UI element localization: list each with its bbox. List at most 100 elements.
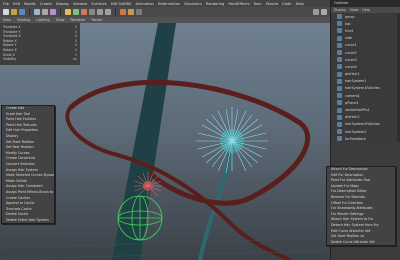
red-ring-tail	[65, 106, 291, 260]
channel-box: Translate X 0 Translate Y 0 Translate Z 0 Rota…	[0, 23, 80, 65]
outliner-item[interactable]: strokeHairPfx1	[331, 106, 400, 113]
outliner-list: persp top front side curve1 curve2 curve3 curve…	[331, 13, 400, 157]
node-icon	[337, 64, 342, 70]
node-icon	[337, 78, 342, 84]
outliner-item[interactable]: pPlane1	[331, 99, 400, 106]
toolbar-separator	[60, 8, 61, 16]
outliner-item[interactable]: persp	[331, 13, 400, 20]
node-icon	[337, 71, 342, 77]
scale-tool-icon[interactable]	[81, 9, 87, 15]
outliner-item[interactable]: front	[331, 27, 400, 34]
outliner-item[interactable]: hairSystem2Follicles	[331, 121, 400, 128]
outliner-item[interactable]: camera1	[331, 92, 400, 99]
attribute-editor-toggle-icon[interactable]	[321, 9, 327, 15]
menu-display[interactable]: Display	[56, 2, 69, 6]
outliner-item[interactable]: curve1	[331, 42, 400, 49]
outliner-menu-show[interactable]: Show	[350, 8, 359, 12]
outliner-item[interactable]: hairSystem1	[331, 78, 400, 85]
panel-menu-shading[interactable]: Shading	[17, 18, 30, 22]
menu-animation[interactable]: Animation	[135, 2, 153, 6]
fur-context-menu: Attach Fur Description Edit Fur Descripti…	[326, 166, 396, 247]
outliner-menu-help[interactable]: Help	[362, 8, 369, 12]
outliner-item-label: pPlane1	[345, 100, 359, 105]
outliner-item[interactable]: curve4	[331, 63, 400, 70]
outliner-item[interactable]: hairSystem2	[331, 128, 400, 135]
menu-file[interactable]: File	[3, 2, 9, 6]
node-icon	[337, 114, 342, 120]
panel-menu-renderer[interactable]: Renderer	[70, 18, 85, 22]
node-icon	[337, 14, 342, 20]
toolbar-separator	[115, 8, 116, 16]
outliner-item[interactable]: side	[331, 35, 400, 42]
panel-menu-lighting[interactable]: Lighting	[36, 18, 49, 22]
lasso-tool-icon[interactable]	[42, 9, 48, 15]
outliner-item-label: pfxHair1	[345, 72, 360, 77]
snap-curve-icon[interactable]	[97, 9, 103, 15]
status-toolbar	[0, 7, 330, 17]
ipr-render-icon[interactable]	[128, 9, 134, 15]
cyan-fur-ball	[196, 107, 268, 174]
menu-toon[interactable]: Toon	[253, 2, 261, 6]
panel-menu-panels[interactable]: Panels	[92, 18, 103, 22]
outliner-item-label: curve2	[345, 50, 357, 55]
new-scene-icon[interactable]	[3, 9, 9, 15]
outliner-item-label: hairSystem1	[345, 79, 367, 84]
menu-window[interactable]: Window	[73, 2, 87, 6]
panel-menu-show[interactable]: Show	[56, 18, 65, 22]
menu-create[interactable]: Create	[40, 2, 52, 6]
menu-help[interactable]: Help	[296, 2, 304, 6]
panel-menu-view[interactable]: View	[3, 18, 11, 22]
outliner-item[interactable]: hairSystem1Follicles	[331, 85, 400, 92]
snap-point-icon[interactable]	[105, 9, 111, 15]
green-wire-sphere	[117, 195, 163, 241]
menu-item[interactable]: Delete Entire Hair System	[2, 218, 54, 224]
menu-dynamics[interactable]: Dynamics	[184, 2, 202, 6]
outliner-item[interactable]: pfxHair2	[331, 114, 400, 121]
hair-context-menu: Create Hair Scale Hair Tool Paint Hair Fol…	[1, 105, 55, 225]
menu-modify[interactable]: Modify	[24, 2, 36, 6]
menu-painteffects[interactable]: PaintEffects	[228, 2, 249, 6]
outliner-item[interactable]: top	[331, 20, 400, 27]
node-icon	[337, 136, 342, 142]
menu-item[interactable]: Delete Curve Attractor Set	[327, 240, 395, 246]
outliner-item[interactable]: curve2	[331, 49, 400, 56]
outliner-item-label: hairSystem2Follicles	[345, 122, 380, 127]
render-settings-icon[interactable]	[136, 9, 142, 15]
menu-edit[interactable]: Edit	[13, 2, 20, 6]
node-icon	[337, 28, 342, 34]
rotate-tool-icon[interactable]	[73, 9, 79, 15]
select-tool-icon[interactable]	[34, 9, 40, 15]
menu-deformation[interactable]: Deformation	[158, 2, 180, 6]
toolbar-separator	[29, 8, 30, 16]
menu-rendering[interactable]: Rendering	[206, 2, 224, 6]
open-scene-icon[interactable]	[11, 9, 17, 15]
channel-box-toggle-icon[interactable]	[313, 9, 319, 15]
menu-item[interactable]: Make Selected Curves Dynamic	[2, 173, 54, 179]
channel-row[interactable]: Visibility on	[3, 57, 77, 62]
snap-grid-icon[interactable]	[89, 9, 95, 15]
channel-name: Visibility	[3, 57, 17, 62]
main-menu-bar: File Edit Modify Create Display Window Surface…	[0, 0, 330, 7]
node-icon	[337, 100, 342, 106]
outliner-item[interactable]: curve3	[331, 56, 400, 63]
outliner-item-label: front	[345, 28, 354, 33]
save-scene-icon[interactable]	[19, 9, 25, 15]
outliner-item-label: persp	[345, 14, 355, 19]
outliner-item-label: side	[345, 36, 352, 41]
outliner-item[interactable]: pfxHair1	[331, 71, 400, 78]
menu-edit-nurbs[interactable]: Edit NURBS	[111, 2, 132, 6]
menu-surfaces[interactable]: Surfaces	[91, 2, 107, 6]
node-icon	[337, 93, 342, 99]
paint-select-icon[interactable]	[50, 9, 56, 15]
menu-cloth[interactable]: Cloth	[282, 2, 291, 6]
outliner-menu-display[interactable]: Display	[334, 8, 346, 12]
channel-value[interactable]: on	[73, 57, 77, 62]
render-icon[interactable]	[120, 9, 126, 15]
outliner-item-label: curve1	[345, 43, 357, 48]
move-tool-icon[interactable]	[65, 9, 71, 15]
outliner-item-label: strokeHairPfx1	[345, 108, 370, 113]
menu-muscle[interactable]: Muscle	[266, 2, 278, 6]
node-icon	[337, 121, 342, 127]
menu-item[interactable]: Assign Paint Effects Brush to Hair	[2, 190, 54, 196]
node-icon	[337, 35, 342, 41]
